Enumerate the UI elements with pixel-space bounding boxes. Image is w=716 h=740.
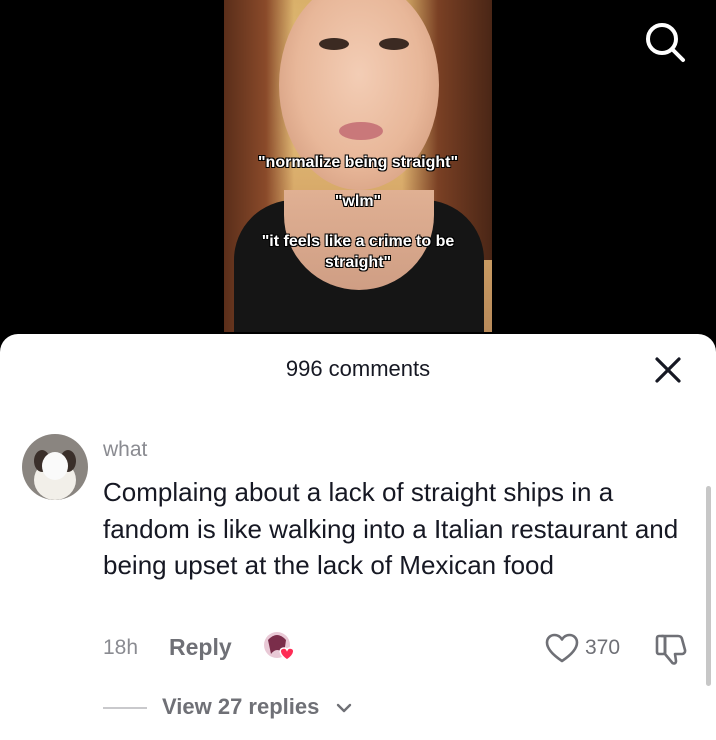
video-image-eye (319, 38, 349, 50)
chevron-down-icon[interactable] (334, 698, 354, 718)
reply-button[interactable]: Reply (169, 634, 232, 661)
video-area[interactable]: "normalize being straight" "wlm" "it fee… (0, 0, 716, 360)
video-caption-line: "wlm" (334, 193, 382, 210)
video-image-lips (339, 122, 383, 140)
like-count: 370 (585, 636, 621, 659)
comments-count-title: 996 comments (285, 356, 431, 381)
video-caption-line: straight" (324, 254, 392, 271)
avatar-image (42, 452, 68, 480)
comment-timestamp: 18h (103, 636, 139, 659)
scrollbar[interactable] (706, 486, 711, 686)
comment-username[interactable]: what (103, 438, 147, 462)
video-image-eye (379, 38, 409, 50)
creator-liked-badge (264, 632, 295, 661)
video-caption-line: "it feels like a crime to be (261, 233, 455, 250)
comments-sheet: 996 comments what Complaing about a lack… (0, 334, 716, 740)
close-icon[interactable] (652, 354, 684, 386)
thumbs-down-icon[interactable] (654, 632, 688, 666)
search-icon[interactable] (643, 20, 687, 64)
avatar[interactable] (22, 434, 88, 500)
heart-outline-icon[interactable] (545, 633, 579, 663)
replies-divider (103, 707, 147, 709)
view-replies-button[interactable]: View 27 replies (162, 694, 319, 720)
video-caption-line: "normalize being straight" (257, 154, 459, 171)
video-frame[interactable]: "normalize being straight" "wlm" "it fee… (224, 0, 492, 332)
comment-text: Complaing about a lack of straight ships… (103, 477, 679, 580)
